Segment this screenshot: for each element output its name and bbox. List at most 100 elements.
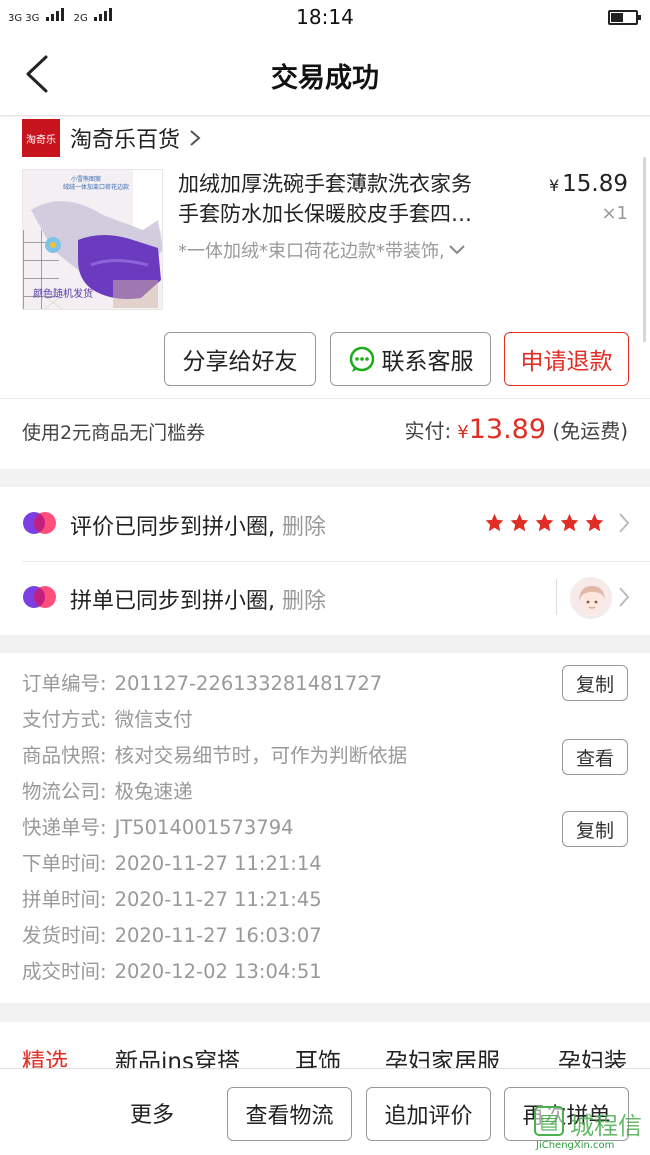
order-info-label: 成交时间: — [22, 960, 107, 983]
more-button[interactable]: 更多 — [130, 1097, 174, 1129]
order-info-row: 支付方式: 微信支付 — [22, 703, 193, 732]
rating-stars — [484, 512, 605, 533]
add-review-button[interactable]: 追加评价 — [366, 1087, 491, 1141]
battery-icon — [608, 10, 641, 25]
chevron-right-icon — [190, 130, 201, 146]
coupon-text: 使用2元商品无门槛券 — [22, 422, 206, 444]
order-info-row: 商品快照: 核对交易细节时，可作为判断依据 — [22, 739, 407, 768]
watermark: ▤ 城程信 JiChengXin.com — [528, 1104, 650, 1155]
sync-card: 评价已同步到拼小圈, 删除 拼单已同步到拼小圈, 删除 — [0, 487, 650, 635]
order-info-row: 快递单号: JT5014001573794 — [22, 811, 294, 840]
category-tab[interactable]: 新品ins穿搭 — [115, 1042, 240, 1068]
paid-currency: ¥ — [457, 422, 469, 443]
refund-button[interactable]: 申请退款 — [504, 332, 629, 386]
avatar[interactable] — [570, 577, 612, 619]
order-info-row: 物流公司: 极兔速递 — [22, 775, 193, 804]
watermark-cn: 城程信 — [570, 1112, 642, 1140]
copy-tracking-number-button[interactable]: 复制 — [562, 811, 628, 847]
pinxiaoquan-logo-icon — [23, 586, 56, 608]
clock: 18:14 — [296, 5, 354, 29]
product-title[interactable]: 加绒加厚洗碗手套薄款洗衣家务 手套防水加长保暖胶皮手套四… — [178, 169, 538, 229]
category-tab[interactable]: 精选 — [22, 1042, 68, 1068]
review-delete-link[interactable]: 删除 — [282, 515, 326, 540]
copy-order-number-button[interactable]: 复制 — [562, 665, 628, 701]
currency-symbol: ¥ — [548, 176, 560, 195]
store-link[interactable]: 淘奇乐 淘奇乐百货 — [22, 119, 202, 157]
share-button[interactable]: 分享给好友 — [164, 332, 316, 386]
star-icon — [485, 513, 504, 532]
star-icon — [585, 513, 604, 532]
order-info-row: 拼单时间: 2020-11-27 11:21:45 — [22, 883, 322, 912]
vertical-divider — [556, 579, 557, 615]
order-info-value: 极兔速递 — [114, 780, 193, 803]
order-info-label: 快递单号: — [22, 816, 107, 839]
customer-service-button[interactable]: 联系客服 — [330, 332, 491, 386]
product-title-line-2: 手套防水加长保暖胶皮手套四… — [178, 202, 472, 226]
chat-bubble-icon — [349, 346, 374, 372]
chevron-right-icon — [619, 513, 630, 533]
product-price: ¥15.89 — [549, 171, 628, 197]
product-quantity: ×1 — [601, 203, 628, 224]
shipping-note: (免运费) — [552, 419, 628, 443]
order-info-label: 订单编号: — [22, 672, 107, 695]
order-info-row: 下单时间: 2020-11-27 11:21:14 — [22, 847, 322, 876]
review-sync-text: 评价已同步到拼小圈, 删除 — [70, 509, 326, 541]
customer-service-label: 联系客服 — [381, 349, 474, 375]
order-info-value: 微信支付 — [114, 708, 193, 731]
order-info-row: 发货时间: 2020-11-27 16:03:07 — [22, 919, 322, 948]
page-title: 交易成功 — [271, 63, 379, 94]
category-tab[interactable]: 孕妇装 — [558, 1042, 627, 1068]
store-logo: 淘奇乐 — [22, 119, 60, 157]
pinxiaoquan-logo-icon — [23, 512, 56, 534]
chevron-down-icon — [449, 245, 465, 255]
product-spec[interactable]: *一体加绒*束口荷花边款*带装饰, — [178, 237, 528, 263]
status-bar: 3G 3G 2G 18:14 — [0, 0, 650, 34]
divider — [0, 398, 650, 399]
order-info-value: JT5014001573794 — [114, 816, 294, 839]
order-info-value: 2020-11-27 11:21:45 — [114, 888, 322, 911]
order-info-label: 发货时间: — [22, 924, 107, 947]
nav-bar: 交易成功 — [0, 34, 650, 116]
image-caption-bottom: 颜色随机发货 — [33, 289, 93, 300]
view-snapshot-button[interactable]: 查看 — [562, 739, 628, 775]
group-sync-label: 拼单已同步到拼小圈, — [70, 589, 275, 614]
order-info-label: 拼单时间: — [22, 888, 107, 911]
order-card: 淘奇乐 淘奇乐百货 小雪熊图案 绒绒一体加束口荷花边款 颜色随机发货 加绒加厚洗… — [0, 117, 650, 469]
group-sync-row[interactable]: 拼单已同步到拼小圈, 删除 — [0, 561, 650, 635]
product-image[interactable]: 小雪熊图案 绒绒一体加束口荷花边款 颜色随机发货 — [22, 169, 163, 310]
order-info-row: 订单编号: 201127-226133281481727 — [22, 667, 382, 696]
star-icon — [560, 513, 579, 532]
watermark-en: JiChengXin.com — [536, 1140, 615, 1151]
paid-value: 13.89 — [468, 414, 547, 445]
review-sync-row[interactable]: 评价已同步到拼小圈, 删除 — [0, 487, 650, 561]
order-info-value: 核对交易细节时，可作为判断依据 — [114, 744, 408, 767]
category-tabs: 精选 新品ins穿搭 耳饰 孕妇家居服 孕妇装 — [0, 1022, 650, 1068]
order-info-value: 2020-11-27 11:21:14 — [114, 852, 322, 875]
category-tab[interactable]: 孕妇家居服 — [385, 1042, 500, 1068]
product-title-line-1: 加绒加厚洗碗手套薄款洗衣家务 — [178, 172, 472, 196]
group-delete-link[interactable]: 删除 — [282, 589, 326, 614]
review-sync-label: 评价已同步到拼小圈, — [70, 515, 275, 540]
order-info-row: 成交时间: 2020-12-02 13:04:51 — [22, 955, 322, 984]
order-info-label: 物流公司: — [22, 780, 107, 803]
store-name: 淘奇乐百货 — [70, 128, 181, 153]
order-info-value: 2020-11-27 16:03:07 — [114, 924, 322, 947]
category-tab[interactable]: 耳饰 — [295, 1042, 341, 1068]
paid-label: 实付: — [404, 419, 452, 443]
order-info-value: 2020-12-02 13:04:51 — [114, 960, 322, 983]
user-avatar-image — [571, 578, 611, 618]
chevron-right-icon — [619, 587, 630, 607]
order-info-label: 支付方式: — [22, 708, 107, 731]
group-sync-text: 拼单已同步到拼小圈, 删除 — [70, 583, 326, 615]
watermark-logo-icon: ▤ — [534, 1106, 564, 1136]
star-icon — [535, 513, 554, 532]
paid-amount: 实付: ¥13.89 (免运费) — [405, 414, 628, 445]
order-info-label: 下单时间: — [22, 852, 107, 875]
image-caption-top-2: 绒绒一体加束口荷花边款 — [63, 184, 130, 191]
view-logistics-button[interactable]: 查看物流 — [227, 1087, 352, 1141]
price-value: 15.89 — [562, 171, 628, 197]
star-icon — [510, 513, 529, 532]
scroll-indicator — [643, 157, 646, 342]
order-info-card: 订单编号: 201127-226133281481727 支付方式: 微信支付 商品快照… — [0, 653, 650, 1003]
order-info-label: 商品快照: — [22, 744, 107, 767]
